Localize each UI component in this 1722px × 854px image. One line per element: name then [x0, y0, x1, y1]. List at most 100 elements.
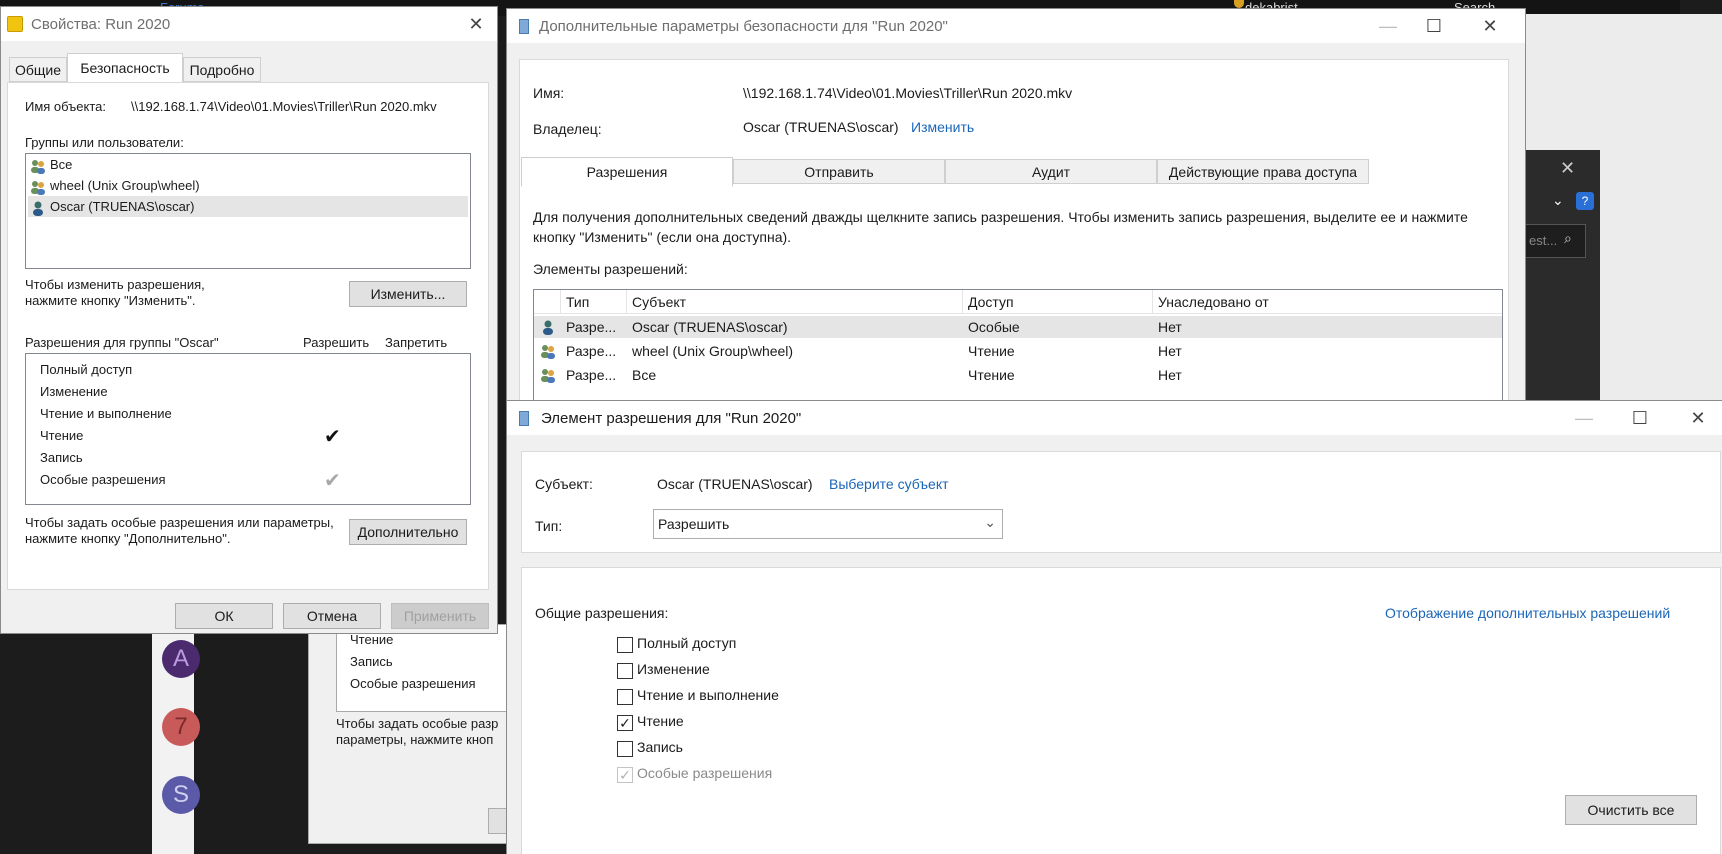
check-icon: ✔ — [324, 470, 341, 492]
user-icon — [30, 200, 46, 216]
perms-list: Полный доступ Изменение Чтение и выполне… — [25, 353, 471, 505]
cancel-button[interactable]: Отмена — [283, 603, 381, 629]
avatar[interactable]: 7 — [162, 708, 200, 746]
username[interactable]: dekabrist — [1245, 0, 1315, 8]
advanced-titlebar: Дополнительные параметры безопасности дл… — [507, 9, 1525, 43]
entry-titlebar: Элемент разрешения для "Run 2020" — ☐ ✕ — [507, 401, 1722, 435]
list-item[interactable]: Oscar (TRUENAS\oscar) — [30, 199, 194, 216]
bg-hint: Чтобы задать особые разр параметры, нажм… — [336, 716, 499, 747]
group-icon — [30, 179, 46, 195]
chevron-down-icon[interactable]: ⌄ — [1552, 192, 1564, 209]
search-icon: ⌕ — [1564, 230, 1572, 246]
window-title: Элемент разрешения для "Run 2020" — [541, 410, 802, 427]
special-hint: Чтобы задать особые разрешения или парам… — [25, 515, 334, 546]
info-text: Для получения дополнительных сведений дв… — [533, 209, 1468, 245]
window-title: Дополнительные параметры безопасности дл… — [539, 18, 948, 35]
apply-button[interactable]: Применить — [391, 603, 489, 629]
nav-search[interactable]: Search — [1454, 0, 1514, 8]
bg-perm-item: Чтение — [350, 632, 394, 647]
perm-item: Полный доступ — [40, 362, 133, 377]
owner-label: Владелец: — [533, 121, 602, 137]
maximize-icon[interactable]: ☐ — [1411, 9, 1457, 43]
chevron-down-icon: ⌄ — [984, 514, 996, 530]
table-row[interactable]: Разре... wheel (Unix Group\wheel) Чтение… — [534, 340, 1502, 362]
owner-value: Oscar (TRUENAS\oscar) — [743, 119, 899, 135]
checkbox-read-execute[interactable] — [617, 689, 633, 705]
checkbox-label: Изменение — [637, 661, 710, 677]
cell-inherited: Нет — [1158, 343, 1182, 359]
type-select[interactable]: Разрешить ⌄ — [653, 509, 1003, 539]
help-icon[interactable]: ? — [1576, 192, 1594, 210]
cell-subject: Все — [632, 367, 657, 383]
cell-access: Чтение — [968, 343, 1015, 359]
perm-item: Особые разрешения — [40, 472, 166, 487]
name-label: Имя: — [533, 85, 565, 101]
subject-value: Oscar (TRUENAS\oscar) — [657, 476, 813, 492]
subject-label: Субъект: — [535, 476, 593, 492]
object-name-label: Имя объекта: — [25, 99, 107, 114]
perm-item: Изменение — [40, 384, 108, 399]
window-title: Свойства: Run 2020 — [31, 16, 171, 33]
deny-column-label: Запретить — [385, 335, 448, 350]
check-icon: ✔ — [324, 426, 341, 448]
checkbox-label: Полный доступ — [637, 635, 737, 651]
minimize-icon[interactable]: — — [1365, 9, 1411, 43]
column-header[interactable]: Доступ — [968, 294, 1014, 310]
tab-effective-access[interactable]: Действующие права доступа — [1157, 159, 1369, 184]
tab-details[interactable]: Подробно — [183, 57, 261, 82]
cell-subject: wheel (Unix Group\wheel) — [632, 343, 794, 359]
avatar[interactable]: A — [162, 640, 200, 678]
group-icon — [30, 158, 46, 174]
permission-entry-window: Элемент разрешения для "Run 2020" — ☐ ✕ … — [506, 400, 1722, 854]
bg-dark-dialog — [1520, 150, 1600, 400]
tab-permissions[interactable]: Разрешения — [521, 157, 733, 187]
properties-titlebar: Свойства: Run 2020 ✕ — [1, 7, 497, 41]
checkbox-special: ✓ — [617, 767, 633, 783]
advanced-security-window: Дополнительные параметры безопасности дл… — [506, 8, 1526, 409]
checkbox-modify[interactable] — [617, 663, 633, 679]
cell-type: Разре... — [566, 319, 617, 335]
maximize-icon[interactable]: ☐ — [1617, 401, 1663, 435]
list-item[interactable]: wheel (Unix Group\wheel) — [30, 178, 200, 195]
tab-security[interactable]: Безопасность — [67, 53, 183, 83]
tab-audit[interactable]: Аудит — [945, 159, 1157, 184]
select-subject-link[interactable]: Выберите субъект — [829, 476, 949, 492]
column-header[interactable]: Субъект — [632, 294, 686, 310]
list-item[interactable]: Все — [30, 157, 72, 174]
file-icon — [7, 16, 23, 32]
allow-column-label: Разрешить — [303, 335, 370, 350]
checkbox-full-access[interactable] — [617, 637, 633, 653]
checkbox-read[interactable]: ✓ — [617, 715, 633, 731]
close-icon[interactable]: ✕ — [1467, 9, 1513, 43]
checkbox-label: Запись — [637, 739, 683, 755]
advanced-button[interactable]: Дополнительно — [349, 519, 467, 545]
ok-button[interactable]: ОК — [175, 603, 273, 629]
bg-search-input[interactable]: est... — [1524, 224, 1586, 258]
column-header[interactable]: Унаследовано от — [1158, 294, 1269, 310]
clear-all-button[interactable]: Очистить все — [1565, 795, 1697, 825]
tab-general[interactable]: Общие — [9, 57, 67, 82]
type-select-value: Разрешить — [658, 516, 730, 532]
column-header[interactable]: Тип — [566, 294, 589, 310]
perm-item: Запись — [40, 450, 83, 465]
name-value: \\192.168.1.74\Video\01.Movies\Triller\R… — [743, 85, 1073, 101]
cell-type: Разре... — [566, 367, 617, 383]
tab-share[interactable]: Отправить — [733, 159, 945, 184]
table-row[interactable]: Разре... Все Чтение Нет — [534, 364, 1502, 386]
object-name-value: \\192.168.1.74\Video\01.Movies\Triller\R… — [131, 99, 437, 114]
show-advanced-link[interactable]: Отображение дополнительных разрешений — [1385, 605, 1670, 621]
cell-type: Разре... — [566, 343, 617, 359]
checkbox-write[interactable] — [617, 741, 633, 757]
type-label: Тип: — [535, 518, 563, 534]
close-icon[interactable]: ✕ — [1560, 158, 1575, 179]
close-icon[interactable]: ✕ — [1675, 401, 1721, 435]
owner-change-link[interactable]: Изменить — [911, 119, 974, 135]
change-button[interactable]: Изменить... — [349, 281, 467, 307]
avatar[interactable]: S — [162, 776, 200, 814]
cell-inherited: Нет — [1158, 319, 1182, 335]
group-icon — [540, 343, 556, 362]
close-icon[interactable]: ✕ — [453, 7, 499, 41]
general-perms-label: Общие разрешения: — [535, 605, 669, 621]
table-row[interactable]: Разре... Oscar (TRUENAS\oscar) Особые Не… — [534, 316, 1502, 338]
minimize-icon[interactable]: — — [1561, 401, 1607, 435]
